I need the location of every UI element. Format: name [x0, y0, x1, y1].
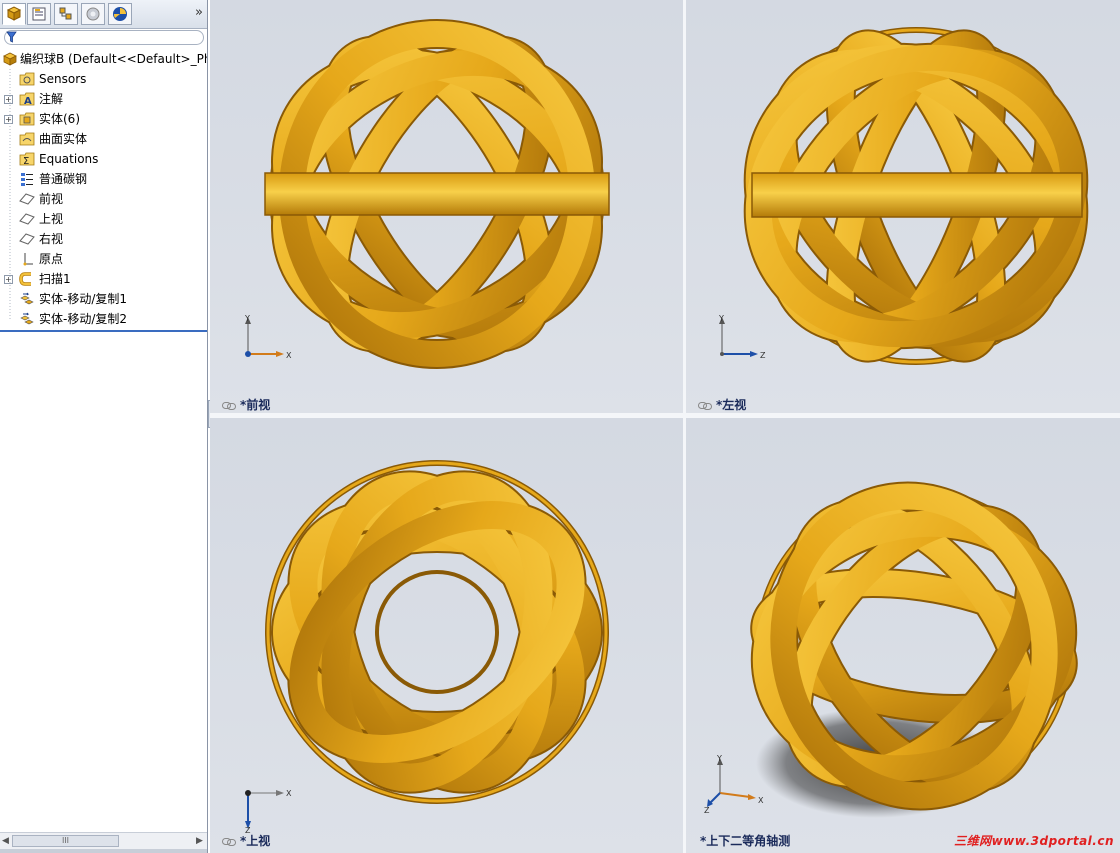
- tree-item-sweep[interactable]: + 扫描1: [0, 269, 207, 289]
- configuration-manager-tab[interactable]: [54, 3, 78, 25]
- plane-icon: [19, 213, 35, 225]
- tree-item-top-plane[interactable]: 上视: [0, 209, 207, 229]
- viewport-label: *左视: [698, 396, 746, 413]
- tree-item-move-copy-1[interactable]: 实体-移动/复制1: [0, 289, 207, 309]
- origin-icon: [23, 253, 33, 266]
- tree-item-annotations[interactable]: + A 注解: [0, 89, 207, 109]
- viewport-label-text: *前视: [240, 398, 271, 412]
- tree-item-label: Equations: [39, 152, 99, 166]
- tree-item-label: 实体(6): [39, 112, 80, 126]
- scroll-right-icon[interactable]: ▶: [196, 836, 203, 846]
- tree-item-label: Sensors: [39, 72, 87, 86]
- svg-text:A: A: [24, 96, 32, 107]
- viewport-label-text: *左视: [716, 398, 747, 412]
- axis-label-y: Y: [244, 314, 250, 323]
- material-icon: [21, 173, 33, 186]
- axis-label-z: Z: [760, 351, 766, 360]
- feature-tree: 编织球B (Default<<Default>_Ph Sensors + A 注…: [0, 49, 207, 329]
- feature-manager-panel: » 编织球B (Default<<Default>_Ph Sensors + A…: [0, 0, 208, 853]
- tree-item-material[interactable]: 普通碳钢: [0, 169, 207, 189]
- viewport-label-text: *上下二等角轴测: [700, 834, 791, 848]
- display-icon: [113, 7, 127, 21]
- svg-text:Σ: Σ: [23, 156, 29, 167]
- tree-item-label: 注解: [39, 92, 64, 106]
- viewport-isometric[interactable]: Y X Z *上下二等角轴测 三维网www.3dportal.cn: [686, 418, 1120, 853]
- scroll-left-icon[interactable]: ◀: [2, 836, 9, 846]
- bottom-tab-strip: [0, 849, 207, 853]
- plane-icon: [19, 193, 35, 205]
- link-icon: [222, 401, 236, 410]
- viewport-label: *上下二等角轴测: [700, 832, 790, 849]
- configuration-icon: [59, 7, 72, 20]
- viewport-top[interactable]: X Z *上视: [210, 418, 683, 853]
- triad-icon: Y X: [244, 314, 292, 360]
- axis-label-x: X: [286, 351, 292, 360]
- more-tabs-button[interactable]: »: [195, 5, 203, 20]
- tree-item-label: 实体-移动/复制1: [39, 292, 128, 306]
- tree-item-label: 编织球B (Default<<Default>_Ph: [20, 52, 207, 66]
- viewport-left[interactable]: Y Z *左视: [686, 0, 1120, 413]
- manager-tab-strip: »: [0, 0, 207, 29]
- display-manager-tab[interactable]: [108, 3, 132, 25]
- axis-label-y: Y: [718, 314, 724, 323]
- scroll-thumb[interactable]: III: [12, 835, 119, 847]
- plane-icon: [19, 233, 35, 245]
- tree-item-label: 普通碳钢: [39, 172, 88, 186]
- horizontal-scrollbar[interactable]: ◀ III ▶: [0, 832, 207, 849]
- watermark: 三维网www.3dportal.cn: [954, 834, 1114, 848]
- tree-connector-lines: [9, 69, 11, 319]
- axis-label-x: X: [286, 789, 292, 798]
- sensors-folder-icon: [19, 72, 35, 86]
- tree-item-label: 原点: [39, 252, 64, 266]
- property-manager-tab[interactable]: [27, 3, 51, 25]
- viewport-label: *前视: [222, 396, 270, 413]
- move-copy-icon: [20, 292, 34, 305]
- tree-item-label: 右视: [39, 232, 64, 246]
- tree-item-solid-bodies[interactable]: + 实体(6): [0, 109, 207, 129]
- tree-filter: [0, 29, 207, 47]
- dim-xpert-tab[interactable]: [81, 3, 105, 25]
- link-icon: [698, 401, 712, 410]
- feature-tree-icon: [6, 6, 22, 21]
- viewport-label-text: *上视: [240, 834, 271, 848]
- triad-icon: Y Z: [718, 314, 766, 360]
- tree-item-sensors[interactable]: Sensors: [0, 69, 207, 89]
- axis-label-x: X: [758, 796, 764, 805]
- triad-icon: Y X Z: [704, 754, 764, 813]
- surface-bodies-folder-icon: [19, 132, 35, 146]
- tree-item-label: 曲面实体: [39, 132, 88, 146]
- viewport-front[interactable]: Y X *前视: [210, 0, 683, 413]
- tree-item-front-plane[interactable]: 前视: [0, 189, 207, 209]
- tree-item-label: 实体-移动/复制2: [39, 312, 128, 326]
- tree-item-label: 扫描1: [39, 272, 71, 286]
- tree-item-part[interactable]: 编织球B (Default<<Default>_Ph: [0, 49, 207, 69]
- tree-item-origin[interactable]: 原点: [0, 249, 207, 269]
- tree-item-surface-bodies[interactable]: 曲面实体: [0, 129, 207, 149]
- axis-label-z: Z: [704, 806, 710, 813]
- property-icon: [32, 7, 46, 21]
- equations-icon: Σ: [19, 152, 35, 167]
- tree-item-equations[interactable]: Σ Equations: [0, 149, 207, 169]
- filter-input[interactable]: [4, 30, 204, 45]
- feature-manager-tab[interactable]: [2, 3, 26, 25]
- triad-icon: X Z: [245, 789, 292, 833]
- tree-item-label: 前视: [39, 192, 64, 206]
- tree-item-label: 上视: [39, 212, 64, 226]
- dimxpert-icon: [86, 7, 100, 21]
- tree-item-move-copy-2[interactable]: 实体-移动/复制2: [0, 309, 207, 329]
- solid-bodies-folder-icon: [19, 112, 35, 126]
- axis-label-y: Y: [716, 754, 722, 763]
- filter-icon[interactable]: [6, 31, 17, 43]
- tree-divider: [0, 330, 207, 332]
- tree-item-right-plane[interactable]: 右视: [0, 229, 207, 249]
- viewport-label: *上视: [222, 832, 270, 849]
- sweep-icon: [19, 272, 31, 286]
- link-icon: [222, 837, 236, 846]
- move-copy-icon: [20, 312, 34, 325]
- annotations-icon: A: [19, 92, 35, 107]
